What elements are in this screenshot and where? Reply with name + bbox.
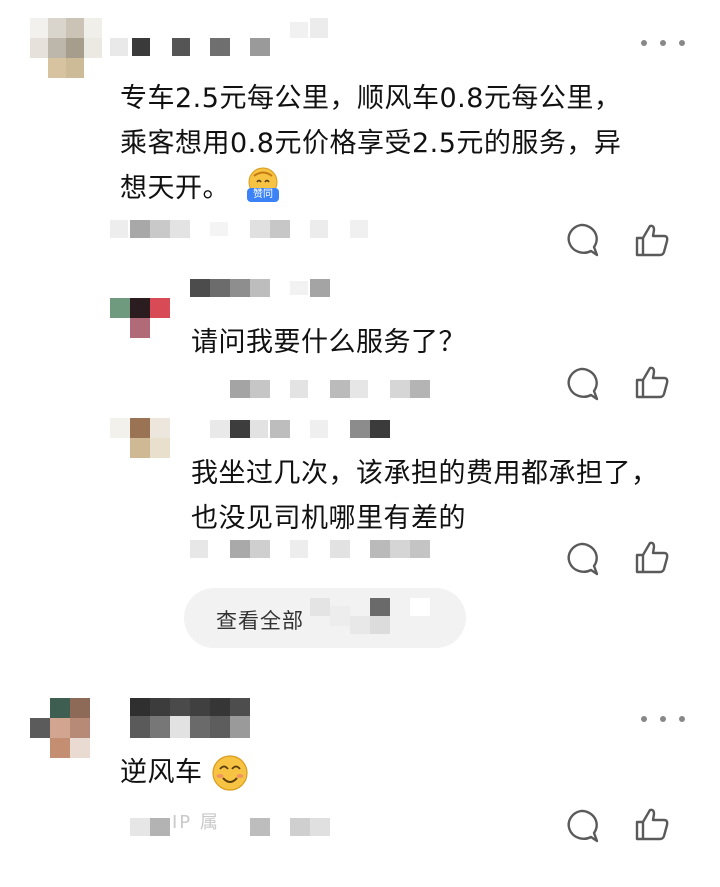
agree-emoji-icon: 赞同	[244, 166, 282, 206]
view-all-replies-button[interactable]: 查看全部	[184, 588, 466, 648]
more-dots-icon[interactable]	[641, 712, 685, 726]
thumbs-up-icon[interactable]	[632, 804, 672, 844]
smile-emoji-icon	[210, 753, 250, 793]
comment-text-line-2: 乘客想用0.8元价格享受2.5元的服务，异	[120, 128, 622, 159]
comment-text-line-1: 逆风车	[120, 757, 203, 788]
avatar[interactable]	[110, 418, 170, 458]
thumbs-up-icon[interactable]	[632, 220, 672, 260]
avatar[interactable]	[110, 298, 170, 338]
more-dots-icon[interactable]	[641, 36, 685, 50]
comment-text-line-1: 专车2.5元每公里，顺风车0.8元每公里，	[120, 83, 622, 114]
avatar[interactable]	[30, 698, 90, 758]
reply-text-line-1: 请问我要什么服务了？	[191, 327, 466, 358]
reply-text-line-2: 也没见司机哪里有差的	[191, 503, 466, 534]
thumbs-up-icon[interactable]	[632, 537, 672, 577]
view-all-label: 查看全部	[216, 609, 304, 633]
comment-bubble-icon[interactable]	[561, 806, 601, 846]
comment-bubble-icon[interactable]	[561, 364, 601, 404]
meta-fragment: IP 属	[172, 812, 220, 833]
comment-bubble-icon[interactable]	[561, 539, 601, 579]
emoji-label: 赞同	[253, 189, 273, 200]
thumbs-up-icon[interactable]	[632, 362, 672, 402]
avatar[interactable]	[30, 18, 102, 78]
comment-bubble-icon[interactable]	[561, 220, 601, 260]
reply-text-line-1: 我坐过几次，该承担的费用都承担了，	[191, 458, 659, 489]
comment-text-line-3: 想天开。	[120, 173, 230, 204]
